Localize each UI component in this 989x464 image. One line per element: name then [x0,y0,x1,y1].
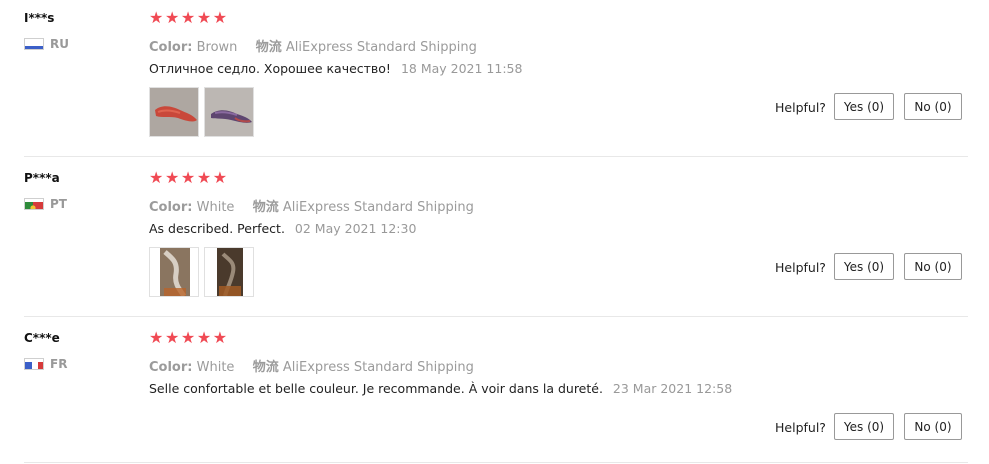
country-code: PT [50,197,67,211]
review-divider [24,462,968,463]
review-date: 23 Mar 2021 12:58 [612,381,733,396]
flag-ru-icon [24,38,44,50]
color-value: Brown [196,40,238,55]
helpful-no-button[interactable]: No (0) [904,413,962,440]
helpful-label: Helpful? [775,420,826,435]
color-value: White [196,200,235,215]
helpful-label: Helpful? [775,260,826,275]
color-value: White [196,360,235,375]
review-date: 18 May 2021 11:58 [400,61,523,76]
reviewer-name: C***e [24,331,60,345]
helpful-no-button[interactable]: No (0) [904,93,962,120]
review-text-row: Отличное седло. Хорошее качество! 18 May… [149,61,522,76]
country-code: RU [50,37,69,51]
helpful-yes-button[interactable]: Yes (0) [834,93,894,120]
review-item: P***a PT ★★★★★ Color: White 物流 AliExpres… [0,160,989,320]
shipping-label: 物流 [255,40,282,55]
rating-stars: ★★★★★ [149,8,229,27]
helpful-yes-button[interactable]: Yes (0) [834,253,894,280]
reviewer-name: P***a [24,171,60,185]
review-item: I***s RU ★★★★★ Color: Brown 物流 AliExpres… [0,0,989,160]
review-photo-thumbnail[interactable] [149,247,199,297]
review-item: C***e FR ★★★★★ Color: White 物流 AliExpres… [0,320,989,464]
reviewer-country: FR [24,357,67,371]
shipping-value: AliExpress Standard Shipping [285,40,477,55]
helpful-label: Helpful? [775,100,826,115]
review-meta: Color: White 物流 AliExpress Standard Ship… [149,196,474,215]
flag-fr-icon [24,358,44,370]
review-photo-thumbnail[interactable] [204,247,254,297]
shipping-value: AliExpress Standard Shipping [282,200,474,215]
review-photo-thumbnail[interactable] [149,87,199,137]
reviewer-country: PT [24,197,67,211]
color-label: Color: [149,360,193,375]
rating-stars: ★★★★★ [149,328,229,347]
helpful-no-button[interactable]: No (0) [904,253,962,280]
reviewer-country: RU [24,37,69,51]
review-text: Selle confortable et belle couleur. Je r… [149,381,603,396]
review-text-row: Selle confortable et belle couleur. Je r… [149,381,732,396]
shipping-value: AliExpress Standard Shipping [282,360,474,375]
review-photo-thumbnail[interactable] [204,87,254,137]
review-text: As described. Perfect. [149,221,285,236]
shipping-label: 物流 [252,360,279,375]
review-date: 02 May 2021 12:30 [294,221,417,236]
color-label: Color: [149,40,193,55]
review-text-row: As described. Perfect. 02 May 2021 12:30 [149,221,416,236]
review-divider [24,156,968,157]
flag-pt-icon [24,198,44,210]
reviewer-name: I***s [24,11,55,25]
review-meta: Color: White 物流 AliExpress Standard Ship… [149,356,474,375]
color-label: Color: [149,200,193,215]
review-text: Отличное седло. Хорошее качество! [149,61,391,76]
shipping-label: 物流 [252,200,279,215]
review-divider [24,316,968,317]
review-meta: Color: Brown 物流 AliExpress Standard Ship… [149,36,477,55]
helpful-yes-button[interactable]: Yes (0) [834,413,894,440]
rating-stars: ★★★★★ [149,168,229,187]
country-code: FR [50,357,68,371]
